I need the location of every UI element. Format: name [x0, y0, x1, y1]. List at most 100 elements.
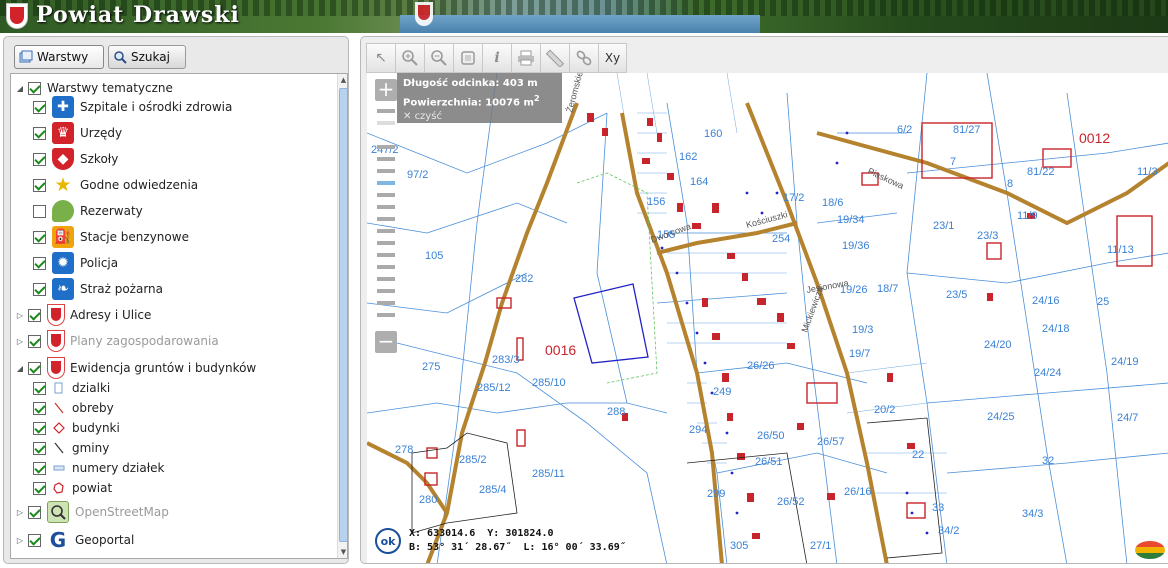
- zoom-level-tick[interactable]: [377, 169, 395, 173]
- layer-checkbox[interactable]: [33, 282, 46, 296]
- pointer-tool-button[interactable]: ↖: [366, 43, 395, 73]
- zoom-level-tick[interactable]: [377, 109, 395, 113]
- collapse-icon[interactable]: ◢: [15, 84, 25, 93]
- zoom-level-tick[interactable]: [377, 121, 395, 125]
- layer-item-numery-dzialek[interactable]: numery działek: [33, 458, 164, 478]
- layer-checkbox[interactable]: [33, 100, 46, 114]
- parcel-number-label: 26/52: [777, 496, 805, 508]
- expand-icon[interactable]: ▷: [15, 337, 25, 346]
- full-extent-tool-button[interactable]: [453, 43, 482, 73]
- layer-item-budynki[interactable]: budynki: [33, 418, 120, 438]
- layer-group-ewidencja[interactable]: ◢ Ewidencja gruntów i budynków: [15, 356, 256, 380]
- layer-item-szkoly[interactable]: ◆ Szkoły: [33, 147, 118, 171]
- parcel-number-label: 27/1: [810, 540, 831, 552]
- link-tool-button[interactable]: [569, 43, 598, 73]
- info-tool-button[interactable]: i: [482, 43, 511, 73]
- coordinate-readout: X: 633014.6 Y: 301824.0 B: 53° 31´ 28.67…: [409, 527, 626, 555]
- layer-checkbox[interactable]: [33, 481, 46, 495]
- expand-icon[interactable]: ▷: [15, 311, 25, 320]
- zoom-level-tick[interactable]: [377, 301, 395, 305]
- layer-item-powiat[interactable]: powiat: [33, 478, 112, 498]
- legend-icon[interactable]: [1135, 541, 1165, 559]
- collapse-icon[interactable]: ◢: [15, 364, 25, 373]
- zoom-level-tick[interactable]: [377, 217, 395, 221]
- parcel-number-label: 11/3: [1137, 166, 1158, 178]
- layer-group-plany-zagospodarowania[interactable]: ▷ Plany zagospodarowania: [15, 329, 219, 353]
- layer-checkbox[interactable]: [28, 308, 41, 322]
- zoom-level-tick[interactable]: [377, 145, 395, 149]
- zoom-level-tick[interactable]: [377, 277, 395, 281]
- zoom-level-tick[interactable]: [377, 241, 395, 245]
- layer-checkbox[interactable]: [33, 441, 46, 455]
- zoom-level-tick[interactable]: [377, 289, 395, 293]
- zoom-in-button[interactable]: +: [375, 79, 397, 101]
- zoom-out-button[interactable]: −: [375, 331, 397, 353]
- layer-item-straz-pozarna[interactable]: ❧ Straż pożarna: [33, 277, 163, 301]
- layer-checkbox[interactable]: [33, 401, 46, 415]
- layer-checkbox[interactable]: [28, 361, 41, 375]
- layer-item-policja[interactable]: ✹ Policja: [33, 251, 118, 275]
- layer-checkbox[interactable]: [28, 81, 41, 95]
- layer-checkbox[interactable]: [28, 505, 41, 519]
- map-panel: ↖ i Xy 105 282 275 288 285/10 285/12 285…: [360, 36, 1168, 564]
- coordinates-tool-button[interactable]: Xy: [598, 43, 627, 73]
- layer-label: Straż pożarna: [80, 282, 164, 296]
- layer-checkbox[interactable]: [33, 178, 46, 192]
- layer-item-dzialki[interactable]: dzialki: [33, 378, 110, 398]
- layer-group-geoportal[interactable]: ▷ G Geoportal: [15, 528, 134, 552]
- layer-checkbox[interactable]: [33, 461, 46, 475]
- parcel-number-label: 305: [730, 540, 748, 552]
- zoom-level-tick[interactable]: [377, 157, 395, 161]
- zoom-in-tool-button[interactable]: [395, 43, 424, 73]
- layer-checkbox[interactable]: [33, 381, 46, 395]
- scrollbar-thumb[interactable]: [339, 88, 347, 542]
- zoom-level-tick[interactable]: [377, 229, 395, 233]
- zoom-level-tick[interactable]: [377, 253, 395, 257]
- scroll-down-icon[interactable]: ▼: [338, 546, 347, 558]
- layer-checkbox[interactable]: [33, 421, 46, 435]
- measurement-readout: Długość odcinka: 403 m Powierzchnia: 100…: [397, 73, 562, 123]
- layer-item-urzedy[interactable]: ♛ Urzędy: [33, 121, 122, 145]
- clear-measure-label: czyść: [414, 111, 442, 123]
- parcel-number-label: 156: [647, 196, 665, 208]
- zoom-level-tick[interactable]: [377, 313, 395, 317]
- layer-checkbox[interactable]: [33, 230, 46, 244]
- layer-item-gminy[interactable]: gminy: [33, 438, 109, 458]
- map-canvas[interactable]: 105 282 275 288 285/10 285/12 285/11 278 285/2 28…: [367, 73, 1168, 563]
- zoom-slider-handle[interactable]: [377, 181, 395, 185]
- layer-item-godne-odwiedzenia[interactable]: ★ Godne odwiedzenia: [33, 173, 198, 197]
- layer-item-stacje-benzynowe[interactable]: ⛽ Stacje benzynowe: [33, 225, 189, 249]
- measure-tool-button[interactable]: [540, 43, 569, 73]
- clear-measure-link[interactable]: ✕ czyść: [403, 110, 556, 124]
- zoom-level-tick[interactable]: [377, 193, 395, 197]
- layer-checkbox[interactable]: [28, 533, 41, 547]
- expand-icon[interactable]: ▷: [15, 536, 25, 545]
- layer-item-rezerwaty[interactable]: Rezerwaty: [33, 199, 143, 223]
- cadastral-map: 105282275288285/10285/12285/11278285/228…: [367, 73, 1168, 563]
- layer-checkbox[interactable]: [33, 204, 46, 218]
- coordinates-bar: ok X: 633014.6 Y: 301824.0 B: 53° 31´ 28…: [375, 521, 626, 561]
- layer-group-openstreetmap[interactable]: ▷ OpenStreetMap: [15, 500, 169, 524]
- zoom-out-tool-button[interactable]: [424, 43, 453, 73]
- layer-tree-scrollbar[interactable]: ▲ ▼: [337, 74, 347, 558]
- layer-label: Warstwy tematyczne: [47, 81, 173, 95]
- layer-item-szpitale[interactable]: ✚ Szpitale i ośrodki zdrowia: [33, 95, 232, 119]
- ok-button[interactable]: ok: [375, 528, 401, 554]
- parcel-number-label: 32: [1042, 455, 1054, 467]
- zoom-level-tick[interactable]: [377, 265, 395, 269]
- layer-group-adresy-i-ulice[interactable]: ▷ Adresy i Ulice: [15, 303, 151, 327]
- layer-checkbox[interactable]: [33, 256, 46, 270]
- area-unit-superscript: 2: [533, 93, 540, 103]
- expand-icon[interactable]: ▷: [15, 508, 25, 517]
- layer-checkbox[interactable]: [33, 152, 46, 166]
- layer-checkbox[interactable]: [33, 126, 46, 140]
- parcel-number-label: 160: [704, 128, 722, 140]
- parcel-number-label: 254: [772, 233, 790, 245]
- tab-szukaj[interactable]: Szukaj: [108, 45, 186, 69]
- zoom-level-tick[interactable]: [377, 205, 395, 209]
- layer-checkbox[interactable]: [28, 334, 41, 348]
- tab-warstwy[interactable]: Warstwy: [14, 45, 104, 69]
- print-tool-button[interactable]: [511, 43, 540, 73]
- layer-item-obreby[interactable]: obreby: [33, 398, 114, 418]
- scroll-up-icon[interactable]: ▲: [338, 74, 347, 86]
